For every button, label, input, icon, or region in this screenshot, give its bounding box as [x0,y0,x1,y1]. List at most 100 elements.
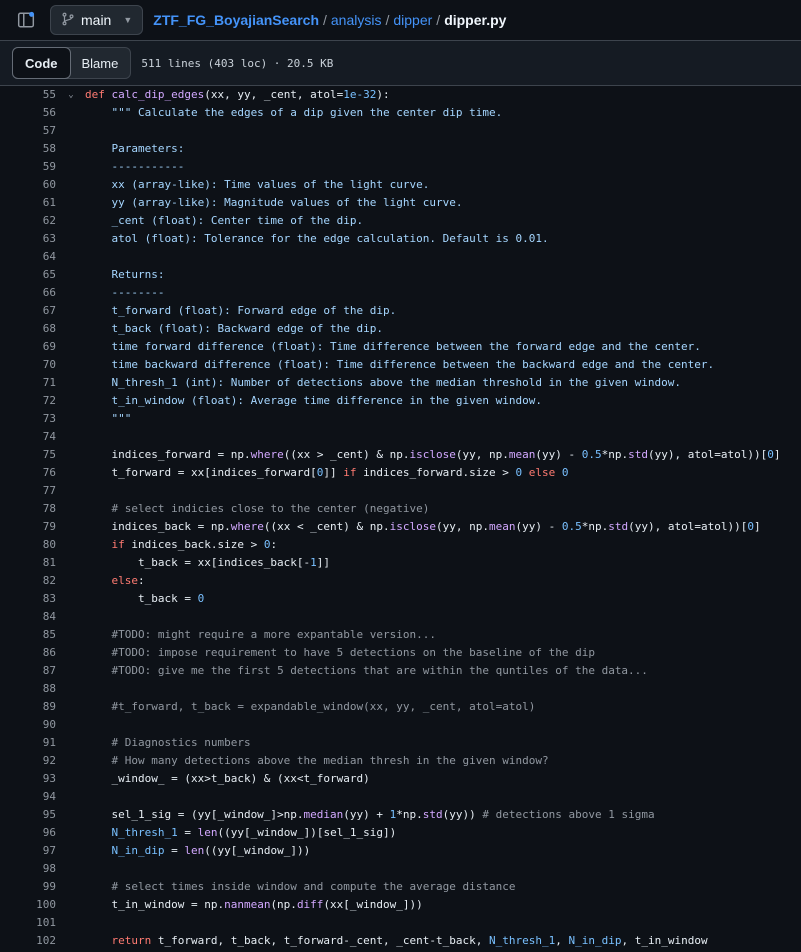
line-number[interactable]: 71 [0,374,57,392]
line-number[interactable]: 101 [0,914,57,932]
line-number[interactable]: 70 [0,356,57,374]
line-number[interactable]: 60 [0,176,57,194]
code-line: 56 """ Calculate the edges of a dip give… [0,104,801,122]
line-number[interactable]: 81 [0,554,57,572]
breadcrumb-dipper[interactable]: dipper [393,12,432,28]
code-line: 65 Returns: [0,266,801,284]
line-number[interactable]: 89 [0,698,57,716]
line-number[interactable]: 83 [0,590,57,608]
line-number[interactable]: 66 [0,284,57,302]
line-number[interactable]: 77 [0,482,57,500]
line-code: t_in_window (float): Average time differ… [85,394,542,407]
fold-gutter [57,392,85,410]
line-number[interactable]: 57 [0,122,57,140]
line-number[interactable]: 85 [0,626,57,644]
line-number[interactable]: 58 [0,140,57,158]
breadcrumb-analysis[interactable]: analysis [331,12,382,28]
line-number[interactable]: 67 [0,302,57,320]
tab-code[interactable]: Code [12,47,71,79]
line-number[interactable]: 100 [0,896,57,914]
fold-gutter [57,824,85,842]
sidebar-expand-icon[interactable] [12,6,40,34]
line-number[interactable]: 72 [0,392,57,410]
line-number[interactable]: 92 [0,752,57,770]
line-number[interactable]: 96 [0,824,57,842]
fold-gutter [57,914,85,932]
chevron-down-icon[interactable]: ⌄ [57,86,85,104]
code-line: 80 if indices_back.size > 0: [0,536,801,554]
line-number[interactable]: 55 [0,86,57,104]
line-code: # select indicies close to the center (n… [111,502,430,515]
line-number[interactable]: 82 [0,572,57,590]
line-number[interactable]: 73 [0,410,57,428]
line-code: def calc_dip_edges(xx, yy, _cent, atol=1… [85,88,390,101]
code-line: 79 indices_back = np.where((xx < _cent) … [0,518,801,536]
line-number[interactable]: 74 [0,428,57,446]
line-number[interactable]: 62 [0,212,57,230]
fold-gutter [57,590,85,608]
branch-selector[interactable]: main ▼ [50,5,144,35]
line-code: """ [85,412,132,425]
line-number[interactable]: 59 [0,158,57,176]
fold-gutter [57,158,85,176]
line-number[interactable]: 68 [0,320,57,338]
fold-gutter [57,896,85,914]
code-line: 92 # How many detections above the media… [0,752,801,770]
line-number[interactable]: 93 [0,770,57,788]
line-number[interactable]: 80 [0,536,57,554]
line-number[interactable]: 90 [0,716,57,734]
fold-gutter [57,554,85,572]
line-number[interactable]: 64 [0,248,57,266]
line-number[interactable]: 79 [0,518,57,536]
line-number[interactable]: 76 [0,464,57,482]
breadcrumb-repo[interactable]: ZTF_FG_BoyajianSearch [153,12,319,28]
line-code: time forward difference (float): Time di… [85,340,701,353]
line-code: #TODO: impose requirement to have 5 dete… [111,646,595,659]
line-number[interactable]: 56 [0,104,57,122]
fold-gutter [57,320,85,338]
line-number[interactable]: 94 [0,788,57,806]
fold-gutter [57,860,85,878]
code-line: 90 [0,716,801,734]
fold-gutter [57,626,85,644]
code-view[interactable]: 55 ⌄ def calc_dip_edges(xx, yy, _cent, ato… [0,86,801,950]
line-number[interactable]: 102 [0,932,57,950]
line-number[interactable]: 87 [0,662,57,680]
line-number[interactable]: 99 [0,878,57,896]
line-code: # select times inside window and compute… [111,880,516,893]
breadcrumb-separator: / [385,12,390,28]
line-code: t_in_window = np.nanmean(np.diff(xx[_win… [85,898,423,911]
fold-gutter [57,770,85,788]
code-line: 81 t_back = xx[indices_back[-1]] [0,554,801,572]
code-line: 74 [0,428,801,446]
line-number[interactable]: 86 [0,644,57,662]
line-number[interactable]: 61 [0,194,57,212]
fold-gutter [57,284,85,302]
line-number[interactable]: 91 [0,734,57,752]
line-number[interactable]: 65 [0,266,57,284]
code-line: 55 ⌄ def calc_dip_edges(xx, yy, _cent, ato… [0,86,801,104]
tab-blame[interactable]: Blame [70,48,131,78]
line-number[interactable]: 69 [0,338,57,356]
code-line: 83 t_back = 0 [0,590,801,608]
fold-gutter [57,680,85,698]
line-number[interactable]: 95 [0,806,57,824]
line-number[interactable]: 84 [0,608,57,626]
line-code: #TODO: might require a more expantable v… [111,628,437,641]
triangle-down-icon: ▼ [123,15,133,25]
fold-gutter [57,446,85,464]
fold-gutter [57,212,85,230]
fold-gutter [57,752,85,770]
line-number[interactable]: 78 [0,500,57,518]
line-number[interactable]: 63 [0,230,57,248]
line-number[interactable]: 97 [0,842,57,860]
fold-gutter [57,806,85,824]
line-number[interactable]: 98 [0,860,57,878]
code-line: 70 time backward difference (float): Tim… [0,356,801,374]
line-number[interactable]: 75 [0,446,57,464]
line-number[interactable]: 88 [0,680,57,698]
